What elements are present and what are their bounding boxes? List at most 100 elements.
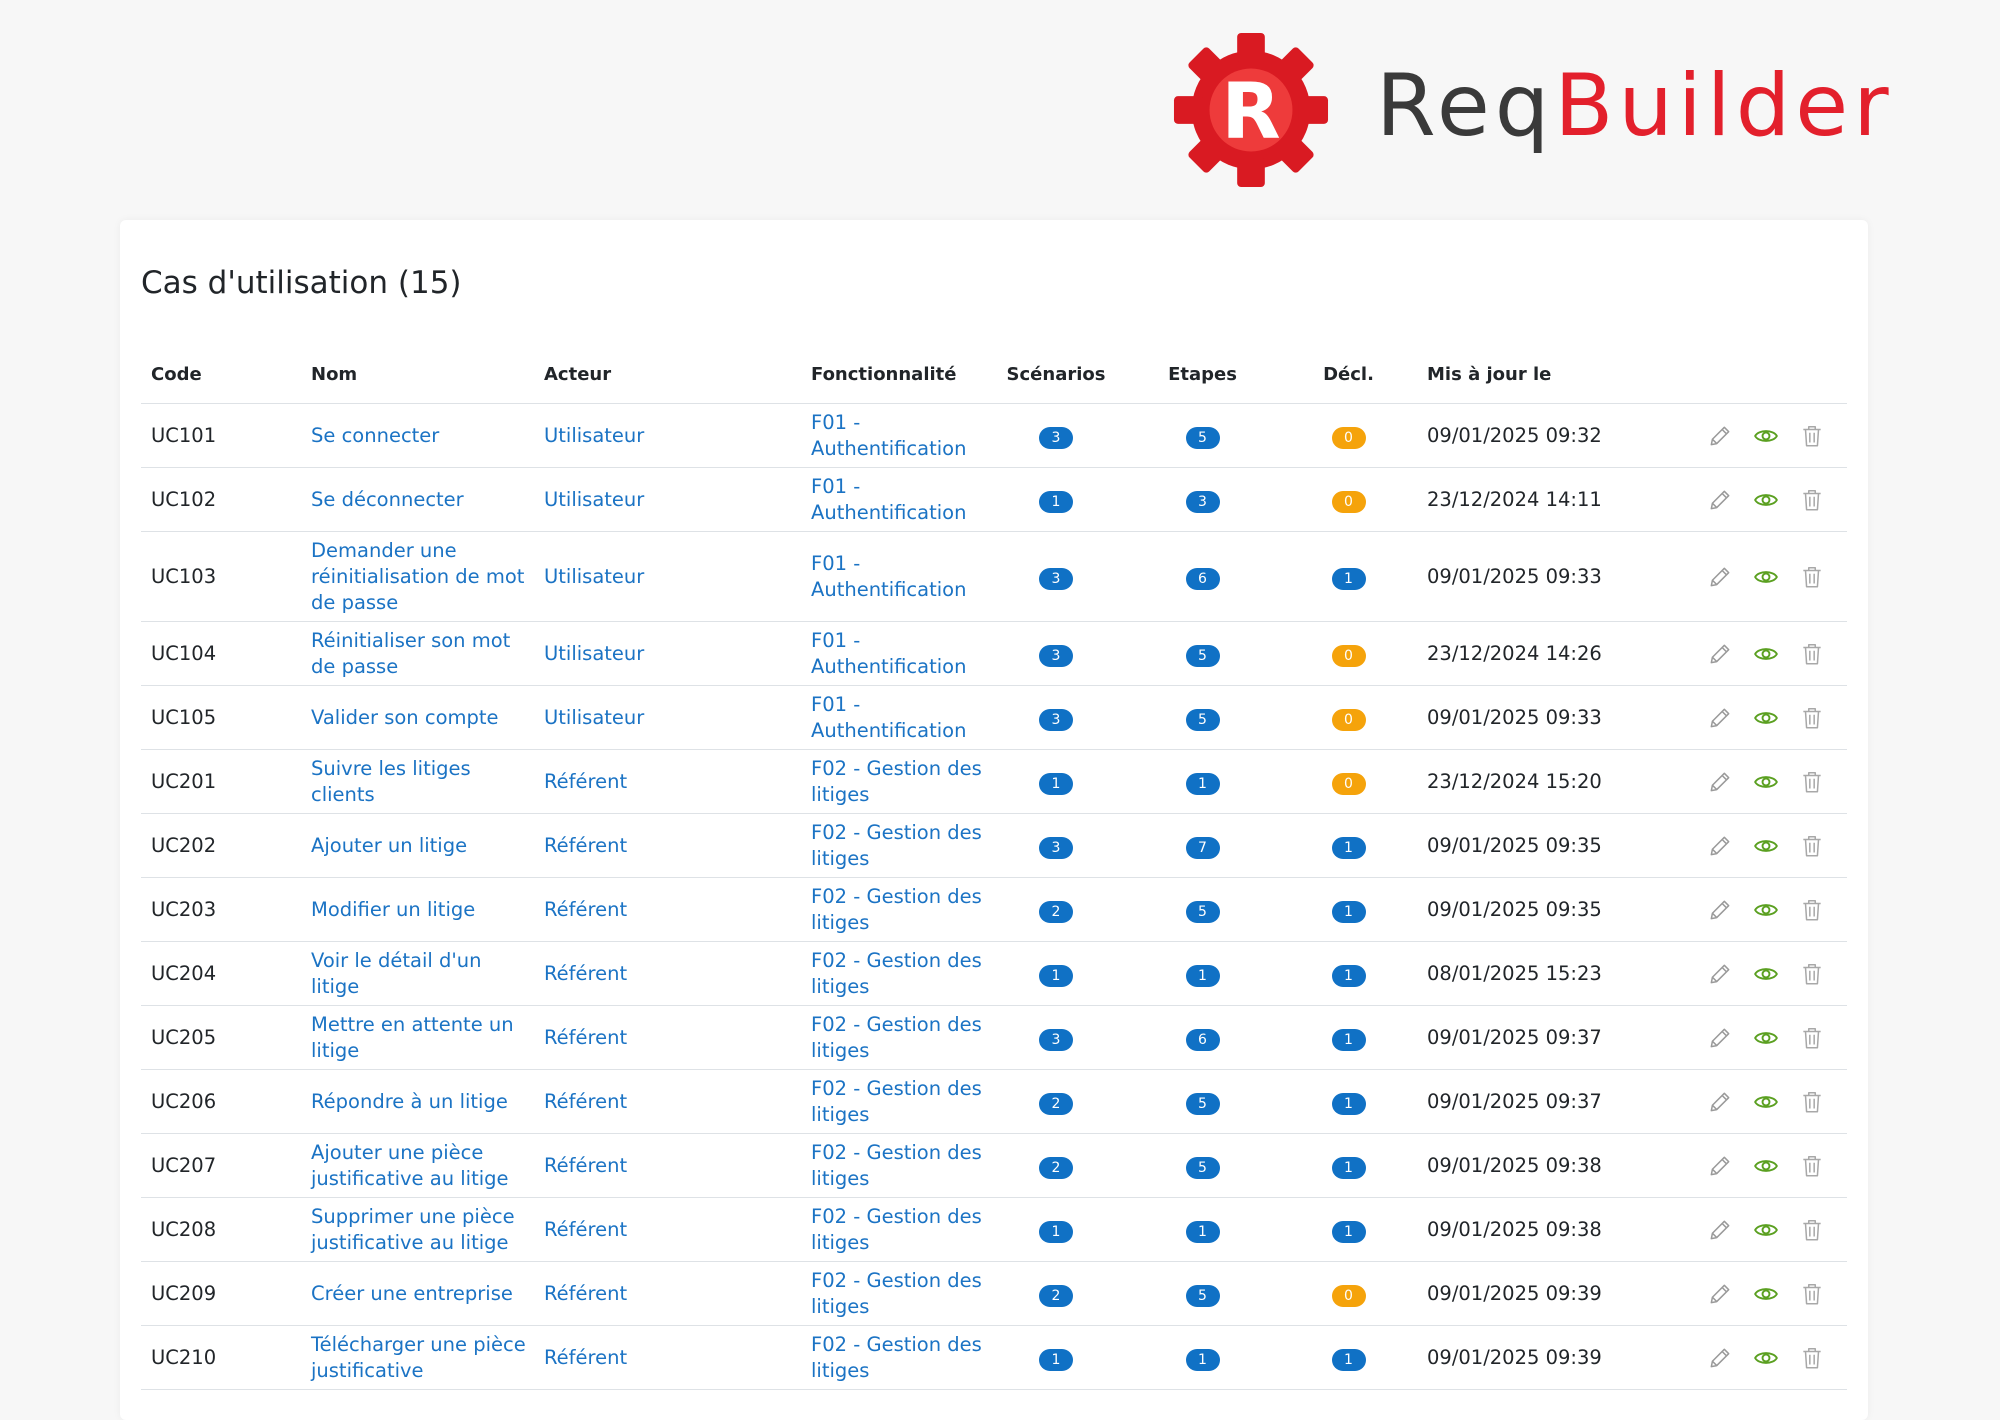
edit-icon[interactable] bbox=[1707, 641, 1733, 667]
delete-icon[interactable] bbox=[1799, 1089, 1825, 1115]
delete-icon[interactable] bbox=[1799, 769, 1825, 795]
col-header-steps[interactable]: Etapes bbox=[1125, 345, 1280, 404]
actor-link[interactable]: Utilisateur bbox=[544, 565, 644, 588]
view-icon[interactable] bbox=[1753, 705, 1779, 731]
feature-link[interactable]: F02 - Gestion des litiges bbox=[811, 949, 982, 998]
use-case-name-link[interactable]: Ajouter un litige bbox=[311, 834, 467, 857]
col-header-decl[interactable]: Décl. bbox=[1280, 345, 1417, 404]
edit-icon[interactable] bbox=[1707, 1281, 1733, 1307]
edit-icon[interactable] bbox=[1707, 564, 1733, 590]
col-header-updated[interactable]: Mis à jour le bbox=[1417, 345, 1625, 404]
view-icon[interactable] bbox=[1753, 423, 1779, 449]
delete-icon[interactable] bbox=[1799, 564, 1825, 590]
feature-link[interactable]: F02 - Gestion des litiges bbox=[811, 1141, 982, 1190]
feature-link[interactable]: F01 - Authentification bbox=[811, 693, 966, 742]
delete-icon[interactable] bbox=[1799, 1025, 1825, 1051]
delete-icon[interactable] bbox=[1799, 423, 1825, 449]
view-icon[interactable] bbox=[1753, 487, 1779, 513]
use-case-name-link[interactable]: Ajouter une pièce justificative au litig… bbox=[311, 1141, 509, 1190]
actor-link[interactable]: Utilisateur bbox=[544, 706, 644, 729]
feature-link[interactable]: F01 - Authentification bbox=[811, 629, 966, 678]
delete-icon[interactable] bbox=[1799, 833, 1825, 859]
feature-link[interactable]: F02 - Gestion des litiges bbox=[811, 885, 982, 934]
view-icon[interactable] bbox=[1753, 961, 1779, 987]
col-header-actor[interactable]: Acteur bbox=[534, 345, 801, 404]
col-header-code[interactable]: Code bbox=[141, 345, 301, 404]
delete-icon[interactable] bbox=[1799, 1217, 1825, 1243]
actor-link[interactable]: Référent bbox=[544, 1090, 627, 1113]
view-icon[interactable] bbox=[1753, 833, 1779, 859]
edit-icon[interactable] bbox=[1707, 487, 1733, 513]
feature-link[interactable]: F01 - Authentification bbox=[811, 552, 966, 601]
use-case-name-link[interactable]: Valider son compte bbox=[311, 706, 499, 729]
use-case-name-link[interactable]: Se déconnecter bbox=[311, 488, 464, 511]
use-case-name-link[interactable]: Se connecter bbox=[311, 424, 439, 447]
view-icon[interactable] bbox=[1753, 1153, 1779, 1179]
feature-link[interactable]: F02 - Gestion des litiges bbox=[811, 821, 982, 870]
use-case-name-link[interactable]: Répondre à un litige bbox=[311, 1090, 508, 1113]
actor-link[interactable]: Référent bbox=[544, 1026, 627, 1049]
feature-link[interactable]: F02 - Gestion des litiges bbox=[811, 1333, 982, 1382]
use-case-name-link[interactable]: Voir le détail d'un litige bbox=[311, 949, 481, 998]
use-case-name-link[interactable]: Télécharger une pièce justificative bbox=[311, 1333, 526, 1382]
feature-link[interactable]: F02 - Gestion des litiges bbox=[811, 1013, 982, 1062]
actor-link[interactable]: Référent bbox=[544, 962, 627, 985]
delete-icon[interactable] bbox=[1799, 1345, 1825, 1371]
edit-icon[interactable] bbox=[1707, 1089, 1733, 1115]
col-header-scenarios[interactable]: Scénarios bbox=[987, 345, 1125, 404]
table-row: UC105 Valider son compte Utilisateur F01 - … bbox=[141, 685, 1847, 750]
feature-link[interactable]: F02 - Gestion des litiges bbox=[811, 1269, 982, 1318]
edit-icon[interactable] bbox=[1707, 423, 1733, 449]
edit-icon[interactable] bbox=[1707, 1345, 1733, 1371]
actor-link[interactable]: Référent bbox=[544, 898, 627, 921]
col-header-name[interactable]: Nom bbox=[301, 345, 534, 404]
use-case-name-link[interactable]: Demander une réinitialisation de mot de … bbox=[311, 539, 524, 614]
feature-link[interactable]: F02 - Gestion des litiges bbox=[811, 757, 982, 806]
actor-link[interactable]: Référent bbox=[544, 834, 627, 857]
actor-link[interactable]: Référent bbox=[544, 1346, 627, 1369]
delete-icon[interactable] bbox=[1799, 705, 1825, 731]
view-icon[interactable] bbox=[1753, 1025, 1779, 1051]
view-icon[interactable] bbox=[1753, 897, 1779, 923]
feature-link[interactable]: F01 - Authentification bbox=[811, 475, 966, 524]
actor-link[interactable]: Référent bbox=[544, 1282, 627, 1305]
view-icon[interactable] bbox=[1753, 1345, 1779, 1371]
edit-icon[interactable] bbox=[1707, 1217, 1733, 1243]
actor-link[interactable]: Utilisateur bbox=[544, 424, 644, 447]
view-icon[interactable] bbox=[1753, 769, 1779, 795]
edit-icon[interactable] bbox=[1707, 961, 1733, 987]
actor-link[interactable]: Utilisateur bbox=[544, 642, 644, 665]
edit-icon[interactable] bbox=[1707, 1025, 1733, 1051]
edit-icon[interactable] bbox=[1707, 705, 1733, 731]
edit-icon[interactable] bbox=[1707, 1153, 1733, 1179]
reqbuilder-logo[interactable]: R ReqBuilder bbox=[1172, 30, 1894, 190]
actor-link[interactable]: Utilisateur bbox=[544, 488, 644, 511]
delete-icon[interactable] bbox=[1799, 1153, 1825, 1179]
edit-icon[interactable] bbox=[1707, 833, 1733, 859]
use-case-name-link[interactable]: Supprimer une pièce justificative au lit… bbox=[311, 1205, 515, 1254]
col-header-feature[interactable]: Fonctionnalité bbox=[801, 345, 987, 404]
use-case-name-link[interactable]: Mettre en attente un litige bbox=[311, 1013, 514, 1062]
feature-link[interactable]: F01 - Authentification bbox=[811, 411, 966, 460]
use-case-name-link[interactable]: Créer une entreprise bbox=[311, 1282, 513, 1305]
actor-link[interactable]: Référent bbox=[544, 1218, 627, 1241]
feature-link[interactable]: F02 - Gestion des litiges bbox=[811, 1205, 982, 1254]
feature-link[interactable]: F02 - Gestion des litiges bbox=[811, 1077, 982, 1126]
actor-link[interactable]: Référent bbox=[544, 770, 627, 793]
delete-icon[interactable] bbox=[1799, 897, 1825, 923]
delete-icon[interactable] bbox=[1799, 641, 1825, 667]
actor-link[interactable]: Référent bbox=[544, 1154, 627, 1177]
delete-icon[interactable] bbox=[1799, 1281, 1825, 1307]
use-case-name-link[interactable]: Suivre les litiges clients bbox=[311, 757, 471, 806]
use-case-name-link[interactable]: Modifier un litige bbox=[311, 898, 475, 921]
view-icon[interactable] bbox=[1753, 641, 1779, 667]
view-icon[interactable] bbox=[1753, 1217, 1779, 1243]
view-icon[interactable] bbox=[1753, 1281, 1779, 1307]
edit-icon[interactable] bbox=[1707, 769, 1733, 795]
edit-icon[interactable] bbox=[1707, 897, 1733, 923]
use-case-name-link[interactable]: Réinitialiser son mot de passe bbox=[311, 629, 510, 678]
view-icon[interactable] bbox=[1753, 564, 1779, 590]
view-icon[interactable] bbox=[1753, 1089, 1779, 1115]
delete-icon[interactable] bbox=[1799, 961, 1825, 987]
delete-icon[interactable] bbox=[1799, 487, 1825, 513]
